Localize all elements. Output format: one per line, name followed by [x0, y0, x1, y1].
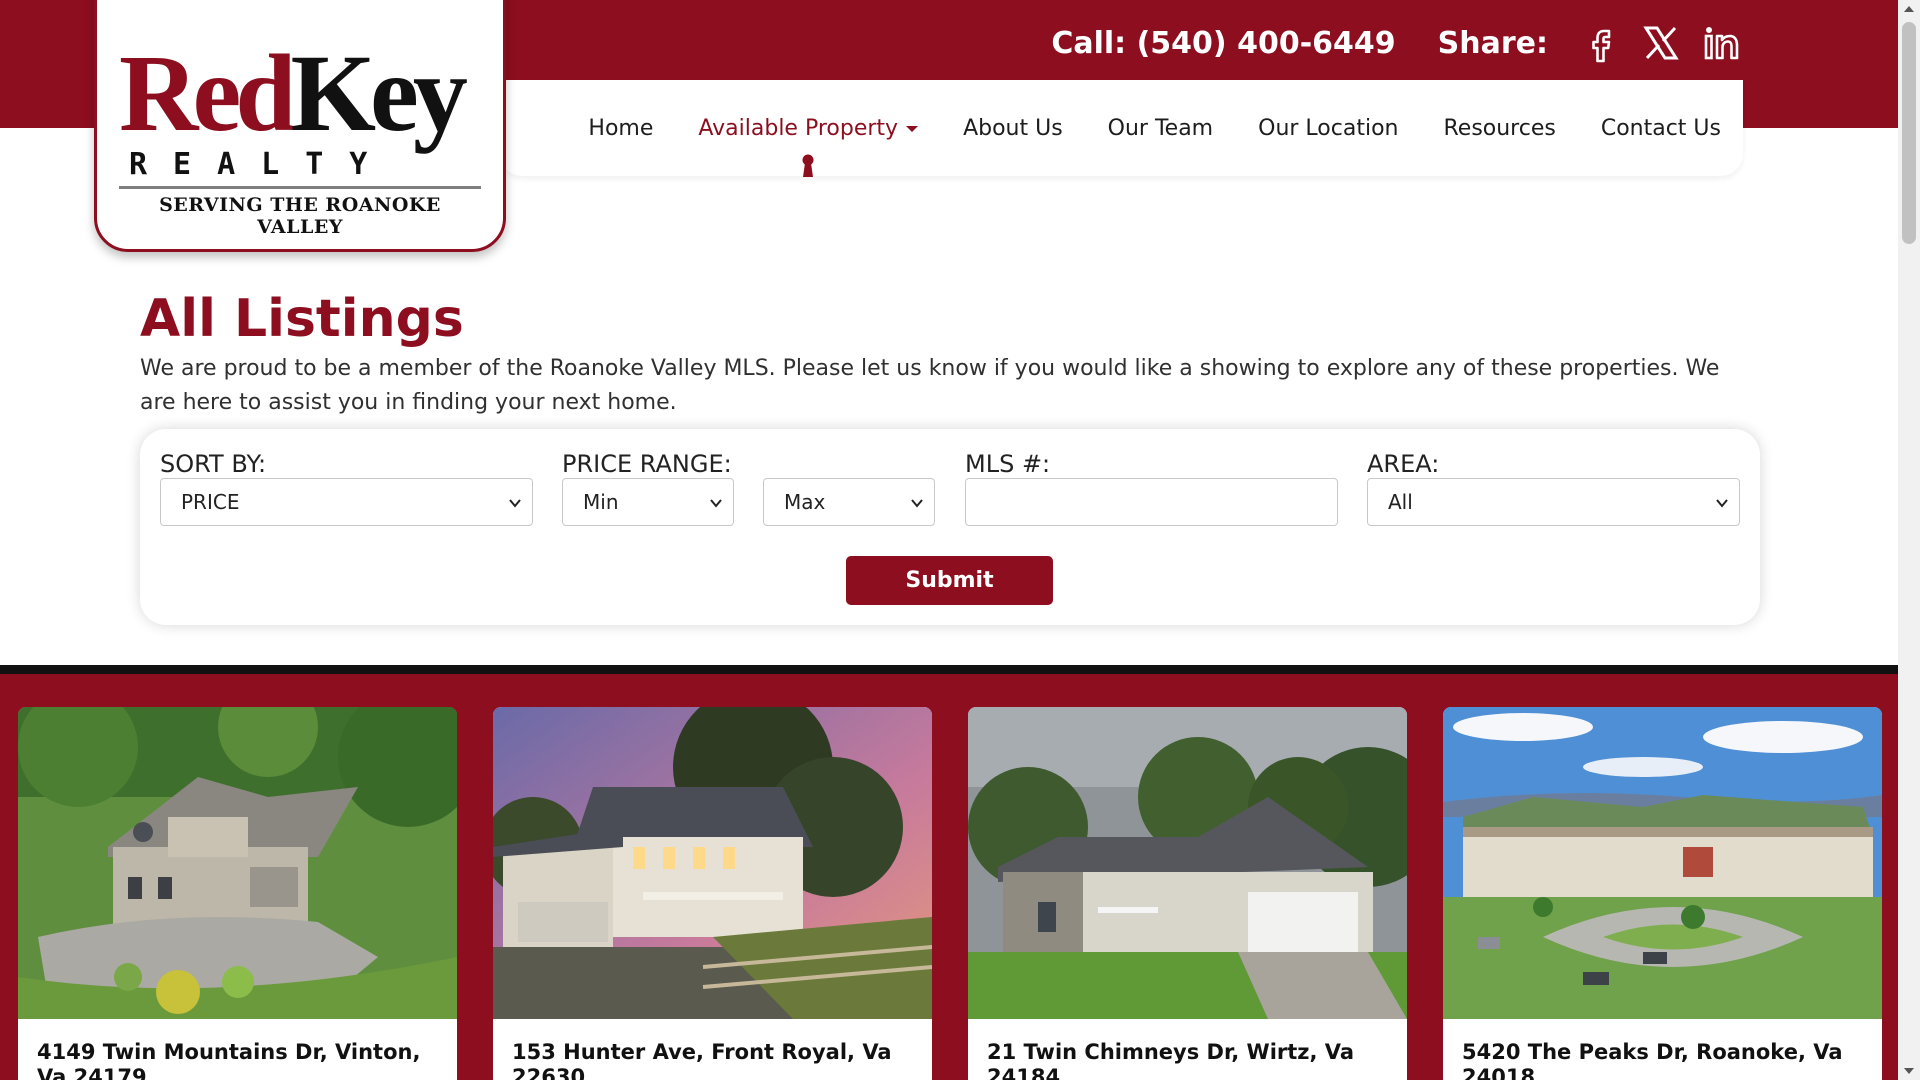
area-label: AREA:: [1367, 450, 1440, 478]
chevron-down-icon: [509, 499, 521, 508]
linkedin-icon[interactable]: [1700, 20, 1742, 66]
submit-button[interactable]: Submit: [846, 556, 1053, 605]
logo[interactable]: RedKey REALTY SERVING THE ROANOKE VALLEY: [94, 0, 506, 252]
chevron-down-icon: [911, 499, 923, 508]
top-bar-actions: Call: (540) 400-6449 Share:: [1051, 20, 1742, 66]
mls-label: MLS #:: [965, 450, 1051, 478]
listing-card[interactable]: 4149 Twin Mountains Dr, Vinton, Va 24179: [18, 707, 457, 1080]
intro-text: We are proud to be a member of the Roano…: [140, 356, 1720, 415]
logo-black-text: Key: [290, 32, 467, 154]
price-max-select[interactable]: Max: [763, 478, 935, 526]
filter-form: SORT BY: PRICE PRICE RANGE: Min Max MLS …: [140, 429, 1760, 625]
sort-by-label: SORT BY:: [160, 450, 267, 478]
listing-address[interactable]: 153 Hunter Ave, Front Royal, Va 22630: [512, 1040, 912, 1080]
chevron-down-icon: [1716, 499, 1728, 508]
nav-available-property[interactable]: Available Property: [698, 115, 919, 177]
listings-section: 4149 Twin Mountains Dr, Vinton, Va 24179: [0, 665, 1898, 1080]
listing-photo[interactable]: [968, 707, 1407, 1019]
main-nav: Home Available Property About Us Our Tea…: [500, 80, 1743, 177]
facebook-icon[interactable]: [1580, 20, 1622, 66]
chevron-down-icon: [710, 499, 722, 508]
nav-about-us[interactable]: About Us: [963, 116, 1063, 141]
listing-card[interactable]: 153 Hunter Ave, Front Royal, Va 22630: [493, 707, 932, 1080]
page: Call: (540) 400-6449 Share: Home Availab…: [0, 0, 1920, 1080]
nav-resources[interactable]: Resources: [1443, 116, 1555, 141]
keyhole-icon: [802, 154, 814, 177]
area-value: All: [1388, 490, 1413, 514]
price-max-value: Max: [784, 490, 826, 514]
scroll-up-arrow-icon[interactable]: [1904, 6, 1914, 12]
listing-address[interactable]: 5420 The Peaks Dr, Roanoke, Va 24018: [1462, 1040, 1862, 1080]
sort-by-select[interactable]: PRICE: [160, 478, 533, 526]
price-min-select[interactable]: Min: [562, 478, 734, 526]
page-scrollbar[interactable]: [1898, 0, 1920, 1080]
area-select[interactable]: All: [1367, 478, 1740, 526]
listing-card[interactable]: 21 Twin Chimneys Dr, Wirtz, Va 24184: [968, 707, 1407, 1080]
share-label: Share:: [1437, 25, 1548, 61]
logo-tagline: SERVING THE ROANOKE VALLEY: [159, 194, 441, 238]
nav-home[interactable]: Home: [588, 116, 653, 141]
price-min-value: Min: [583, 490, 619, 514]
x-icon[interactable]: [1640, 20, 1682, 66]
scroll-down-arrow-icon[interactable]: [1904, 1068, 1914, 1074]
nav-our-location[interactable]: Our Location: [1258, 116, 1398, 141]
listing-address[interactable]: 4149 Twin Mountains Dr, Vinton, Va 24179: [37, 1040, 437, 1080]
nav-available-property-label: Available Property: [698, 115, 899, 141]
listing-address[interactable]: 21 Twin Chimneys Dr, Wirtz, Va 24184: [987, 1040, 1387, 1080]
scroll-thumb[interactable]: [1902, 22, 1916, 244]
listing-photo[interactable]: [493, 707, 932, 1019]
listing-photo[interactable]: [18, 707, 457, 1019]
chevron-down-icon: [906, 125, 919, 132]
nav-our-team[interactable]: Our Team: [1108, 116, 1213, 141]
main-content: All Listings We are proud to be a member…: [140, 288, 1760, 420]
logo-divider: [119, 186, 481, 189]
price-range-label: PRICE RANGE:: [562, 450, 732, 478]
nav-contact-us[interactable]: Contact Us: [1601, 116, 1721, 141]
phone-link[interactable]: Call: (540) 400-6449: [1051, 26, 1395, 61]
page-title: All Listings: [140, 289, 464, 349]
mls-input[interactable]: [965, 478, 1338, 526]
listing-card[interactable]: 5420 The Peaks Dr, Roanoke, Va 24018: [1443, 707, 1882, 1080]
logo-wordmark: RedKey: [119, 38, 481, 148]
listing-photo[interactable]: [1443, 707, 1882, 1019]
logo-red-text: Red: [119, 32, 296, 154]
sort-by-value: PRICE: [181, 490, 240, 514]
